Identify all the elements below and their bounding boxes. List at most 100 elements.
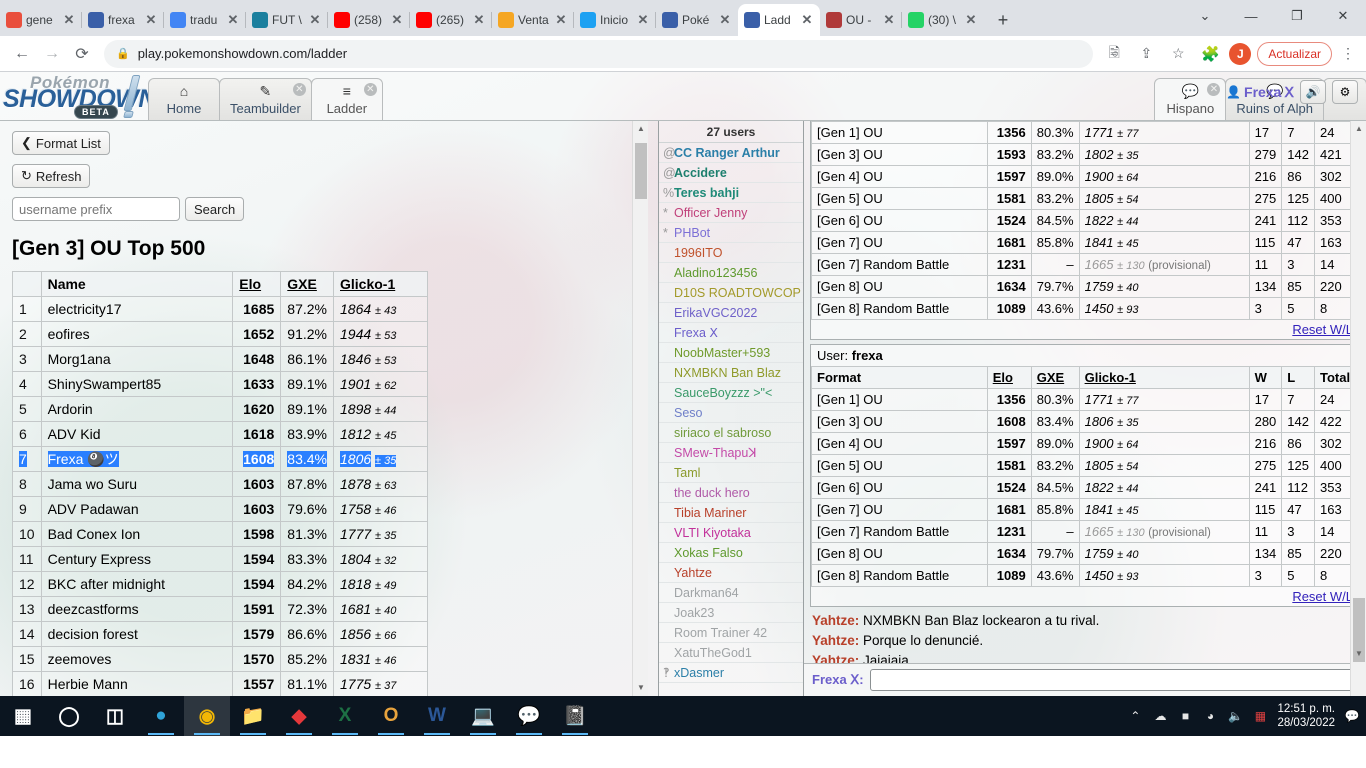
col-gxe[interactable]: GXE xyxy=(280,271,334,297)
app-tray-icon[interactable]: ▦ xyxy=(1252,709,1268,723)
tab-close-icon[interactable]: ✕ xyxy=(554,13,568,27)
userlist-item[interactable]: NXMBKN Ban Blaz xyxy=(659,363,803,383)
tab-close-icon[interactable]: ✕ xyxy=(390,13,404,27)
forward-arrow-icon[interactable]: → xyxy=(38,40,66,68)
chat-message-author[interactable]: Yahtze: xyxy=(812,653,859,663)
userlist-item[interactable]: Aladino123456 xyxy=(659,263,803,283)
chat-message-author[interactable]: Yahtze: xyxy=(812,613,859,628)
userlist-item[interactable]: siriaco el sabroso xyxy=(659,423,803,443)
chrome-icon[interactable]: ◉ xyxy=(184,696,230,736)
search-button[interactable]: Search xyxy=(185,197,245,221)
tab-close-icon[interactable]: ✕ xyxy=(144,13,158,27)
ladder-scroll-thumb[interactable] xyxy=(635,143,647,199)
search-button[interactable]: ◯ xyxy=(46,696,92,736)
address-bar[interactable]: 🔒 play.pokemonshowdown.com/ladder xyxy=(104,39,1094,68)
tab-close-icon[interactable]: ✕ xyxy=(226,13,240,27)
maximize-button[interactable]: ❐ xyxy=(1274,0,1320,32)
search-input[interactable] xyxy=(12,197,180,221)
reload-icon[interactable]: ⟳ xyxy=(68,40,96,68)
browser-tab-11[interactable]: (30) \ ✕ xyxy=(901,4,984,36)
ladder-row[interactable]: 8 Jama wo Suru 1603 87.8% 1878 ± 63 xyxy=(12,471,428,497)
translate-icon[interactable]: 🗟 xyxy=(1101,41,1127,67)
ladder-name[interactable]: ADV Padawan xyxy=(40,496,234,522)
current-user[interactable]: 👤 Frexa ꓫ xyxy=(1226,84,1294,101)
profile-avatar[interactable]: J xyxy=(1229,42,1252,65)
ladder-name[interactable]: Century Express xyxy=(40,546,234,572)
showdown-tab-ladder[interactable]: ≡ Ladder ✕ xyxy=(310,78,383,120)
tray-chevron-icon[interactable]: ⌃ xyxy=(1127,709,1143,723)
outlook-icon[interactable]: O xyxy=(368,696,414,736)
new-tab-button[interactable]: + xyxy=(988,6,1018,34)
ladder-name[interactable]: ADV Kid xyxy=(40,421,234,447)
showdown-tab-teambuilder[interactable]: ✎ Teambuilder ✕ xyxy=(219,78,312,120)
ladder-row[interactable]: 6 ADV Kid 1618 83.9% 1812 ± 45 xyxy=(12,421,428,447)
ladder-name[interactable]: Morg1ana xyxy=(40,346,234,372)
tab-close-icon[interactable]: ✕ xyxy=(882,13,896,27)
userlist-item[interactable]: * PHBot xyxy=(659,223,803,243)
browser-tab-7[interactable]: Inicio ✕ xyxy=(573,4,656,36)
tab-close-icon[interactable]: ✕ xyxy=(363,83,377,96)
userlist-item[interactable]: Frexa ꓫ xyxy=(659,323,803,343)
userlist-item[interactable]: VLTI Kiyotaka xyxy=(659,523,803,543)
chat-scroll-up-arrow[interactable]: ▲ xyxy=(1351,121,1366,137)
browser-tab-0[interactable]: gene ✕ xyxy=(0,4,82,36)
scroll-down-arrow[interactable]: ▼ xyxy=(633,680,649,696)
tab-close-icon[interactable]: ✕ xyxy=(292,83,306,96)
speaker-icon[interactable]: 🔊 xyxy=(1300,80,1326,104)
scroll-up-arrow[interactable]: ▲ xyxy=(633,121,649,137)
wl-col-elo[interactable]: Elo xyxy=(986,366,1032,389)
tab-search-button[interactable]: ⌄ xyxy=(1182,0,1228,32)
excel-icon[interactable]: X xyxy=(322,696,368,736)
ladder-row[interactable]: 13 deezcastforms 1591 72.3% 1681 ± 40 xyxy=(12,596,428,622)
tab-close-icon[interactable]: ✕ xyxy=(308,13,322,27)
userlist-item[interactable]: Room Trainer 42 xyxy=(659,623,803,643)
file-explorer-icon[interactable]: 📁 xyxy=(230,696,276,736)
chat-message-author[interactable]: Yahtze: xyxy=(812,633,859,648)
userlist-item[interactable]: %Teres bahji xyxy=(659,183,803,203)
star-icon[interactable]: ☆ xyxy=(1165,41,1191,67)
userlist-item[interactable]: NoobMaster+593 xyxy=(659,343,803,363)
ladder-row[interactable]: 15 zeemoves 1570 85.2% 1831 ± 46 xyxy=(12,646,428,672)
ladder-row[interactable]: 7 Frexa 🎱ツ 1608 83.4% 1806 ± 35 xyxy=(12,446,428,472)
userlist-item[interactable]: @CC Ranger Arthur xyxy=(659,143,803,163)
showdown-tab-home[interactable]: ⌂ Home xyxy=(148,78,220,120)
chat-input[interactable] xyxy=(869,668,1358,691)
browser-tab-3[interactable]: FUT \ ✕ xyxy=(245,4,328,36)
task-view-button[interactable]: ◫ xyxy=(92,696,138,736)
ladder-name[interactable]: Herbie Mann xyxy=(40,671,234,696)
battery-icon[interactable]: ■ xyxy=(1177,709,1193,723)
browser-tab-5[interactable]: (265) ✕ xyxy=(409,4,492,36)
ladder-name[interactable]: zeemoves xyxy=(40,646,234,672)
ladder-name[interactable]: decision forest xyxy=(40,621,234,647)
ladder-row[interactable]: 12 BKC after midnight 1594 84.2% 1818 ± 49 xyxy=(12,571,428,597)
userlist-item[interactable]: D10S ROADTOWCOP xyxy=(659,283,803,303)
ladder-name[interactable]: BKC after midnight xyxy=(40,571,234,597)
browser-tab-9[interactable]: Ladd ✕ xyxy=(738,4,820,36)
browser-tab-8[interactable]: Poké ✕ xyxy=(655,4,738,36)
showdown-logo[interactable]: Pokémon SHOWDOWN BETA xyxy=(0,72,156,120)
tab-close-icon[interactable]: ✕ xyxy=(1207,83,1221,96)
minimize-button[interactable]: — xyxy=(1228,0,1274,32)
start-button[interactable]: ▦ xyxy=(0,696,46,736)
ladder-name[interactable]: deezcastforms xyxy=(40,596,234,622)
browser-tab-1[interactable]: frexa ✕ xyxy=(81,4,164,36)
browser-tab-6[interactable]: Venta ✕ xyxy=(491,4,574,36)
ladder-name[interactable]: Jama wo Suru xyxy=(40,471,234,497)
gear-icon[interactable]: ⚙ xyxy=(1332,80,1358,104)
reset-wl-link-1[interactable]: Reset W/L xyxy=(1292,322,1353,337)
notification-icon[interactable]: 💬 xyxy=(1344,709,1360,723)
userlist-item[interactable]: XatuTheGod1 xyxy=(659,643,803,663)
userlist-item[interactable]: Darkman64 xyxy=(659,583,803,603)
browser-tab-2[interactable]: tradu ✕ xyxy=(163,4,246,36)
userlist-item[interactable]: @Accidere xyxy=(659,163,803,183)
ladder-name[interactable]: Ardorin xyxy=(40,396,234,422)
wl-col-gxe[interactable]: GXE xyxy=(1030,366,1080,389)
userlist-item[interactable]: Seso xyxy=(659,403,803,423)
wl-col-glicko[interactable]: Glicko-1 xyxy=(1078,366,1250,389)
col-glicko[interactable]: Glicko-1 xyxy=(333,271,428,297)
ladder-row[interactable]: 9 ADV Padawan 1603 79.6% 1758 ± 46 xyxy=(12,496,428,522)
userlist-item[interactable]: ErikaVGC2022 xyxy=(659,303,803,323)
tab-close-icon[interactable]: ✕ xyxy=(800,13,814,27)
ladder-row[interactable]: 11 Century Express 1594 83.3% 1804 ± 32 xyxy=(12,546,428,572)
tab-close-icon[interactable]: ✕ xyxy=(718,13,732,27)
